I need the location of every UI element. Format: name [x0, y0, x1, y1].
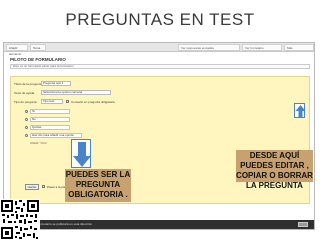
help-text-input[interactable]: Selecciona la opción correcta	[41, 90, 111, 95]
done-button[interactable]: Hecho	[25, 184, 39, 190]
form-description-field[interactable]: Este es un formulario piloto para la for…	[10, 64, 310, 69]
callout-required-question: PUEDES SER LA PREGUNTA OBLIGATORIA .	[65, 169, 131, 202]
callout-edit-question: DESDE AQUÍ PUEDES EDITAR , COPIAR O BORR…	[236, 150, 313, 190]
add-option-input[interactable]: Haz clic para añadir una opción	[30, 133, 82, 138]
editor-toolbar: Añadir elemento Tema Ver respuestas envi…	[4, 43, 314, 56]
qr-code	[0, 199, 40, 240]
option-radio	[25, 118, 28, 121]
arrow-marker-right	[294, 103, 306, 118]
add-element-tab[interactable]: Añadir elemento	[6, 44, 28, 56]
form-editor-screenshot: Añadir elemento Tema Ver respuestas envi…	[3, 42, 315, 230]
question-title-label: Título de la pregunta	[14, 82, 42, 86]
required-label: Convertir en pregunta obligatoria	[71, 100, 115, 104]
option-input-2[interactable]: No	[30, 117, 70, 122]
status-bar: Tu formulario se publicará en esta direc…	[4, 220, 314, 229]
more-button[interactable]: Más	[284, 44, 314, 51]
option-radio	[25, 110, 28, 113]
question-type-label: Tipo de pregunta	[14, 100, 37, 104]
view-form-button[interactable]: Ver formulario	[242, 44, 282, 51]
status-text: Tu formulario se publicará en esta direc…	[34, 222, 93, 226]
form-title: PILOTO DE FORMULARIO	[10, 57, 66, 62]
option-input-1[interactable]: Sí	[30, 109, 70, 114]
theme-tab[interactable]: Tema	[30, 44, 46, 51]
option-radio	[25, 126, 28, 129]
up-arrow-icon	[295, 105, 306, 118]
question-title-input[interactable]: Pregunta test 1	[41, 81, 71, 86]
status-action-button[interactable]	[298, 222, 308, 227]
help-text-label: Texto de ayuda	[14, 91, 35, 95]
next-page-checkbox[interactable]	[42, 185, 45, 188]
question-type-select[interactable]: Tipo test	[41, 99, 63, 104]
option-radio	[25, 134, 28, 137]
slide-title: PREGUNTAS EN TEST	[65, 10, 255, 29]
arrow-marker-left	[71, 139, 91, 168]
add-other-link[interactable]: Añadir "Otro"	[30, 141, 47, 145]
required-checkbox[interactable]	[66, 100, 69, 103]
down-arrow-icon	[73, 142, 91, 167]
view-responses-button[interactable]: Ver respuestas enviadas	[178, 44, 240, 51]
option-input-3[interactable]: Quizás	[30, 125, 70, 130]
